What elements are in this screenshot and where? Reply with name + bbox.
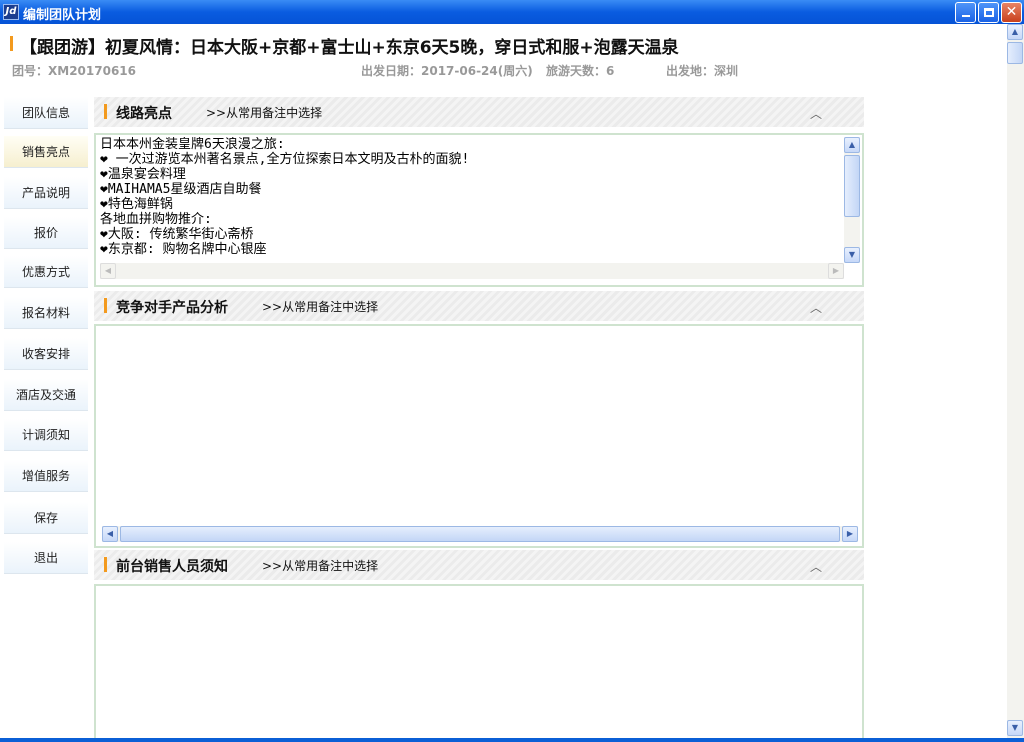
scroll-up-icon[interactable]: ▲ [844, 137, 860, 153]
section-accent-bar [104, 298, 107, 313]
save-button[interactable]: 保存 [4, 502, 88, 534]
sidebar-item-operator-notes[interactable]: 计调须知 [4, 419, 88, 451]
sidebar-item-product-description[interactable]: 产品说明 [4, 177, 88, 209]
sales-staff-notes-editor[interactable] [94, 584, 864, 740]
scroll-thumb[interactable] [1007, 42, 1023, 64]
close-icon: ✕ [1005, 4, 1018, 20]
title-accent-bar [10, 36, 13, 51]
exit-button[interactable]: 退出 [4, 542, 88, 574]
scroll-right-icon[interactable]: ▶ [842, 526, 858, 542]
section-title: 前台销售人员须知 [116, 559, 228, 575]
horizontal-scrollbar[interactable]: ◀ ▶ [100, 263, 844, 279]
vertical-scrollbar[interactable]: ▲ ▼ [844, 137, 860, 263]
restore-button[interactable] [978, 2, 999, 23]
travel-days: 旅游天数：6 [546, 64, 615, 78]
group-number: 团号：XM20170616 [12, 64, 136, 78]
collapse-icon[interactable]: ︿ [810, 299, 822, 316]
section-header-competitor-analysis: 竞争对手产品分析 >>从常用备注中选择 ︿ [94, 291, 864, 321]
app-window: Jd 编制团队计划 ✕ 【跟团游】初夏风情：日本大阪+京都+富士山+东京6天5晚… [0, 0, 1024, 742]
section-title: 竞争对手产品分析 [116, 300, 228, 316]
window-title: 编制团队计划 [23, 8, 102, 23]
restore-icon [983, 8, 994, 17]
pick-from-notes-link[interactable]: >>从常用备注中选择 [262, 557, 378, 574]
departure-date: 出发日期：2017-06-24(周六) [361, 64, 533, 78]
sidebar-item-hotel-transport[interactable]: 酒店及交通 [4, 379, 88, 411]
collapse-icon[interactable]: ︿ [810, 558, 822, 575]
sidebar-item-discounts[interactable]: 优惠方式 [4, 256, 88, 288]
window-vertical-scrollbar[interactable]: ▲ ▼ [1007, 24, 1024, 740]
minimize-button[interactable] [955, 2, 976, 23]
route-highlights-editor[interactable]: 日本本州金装皇牌6天浪漫之旅: ❤ 一次过游览本州著名景点,全方位探索日本文明及… [94, 133, 864, 287]
section-accent-bar [104, 104, 107, 119]
sidebar-item-registration-materials[interactable]: 报名材料 [4, 297, 88, 329]
sidebar-item-customer-arrangement[interactable]: 收客安排 [4, 338, 88, 370]
sidebar-item-team-info[interactable]: 团队信息 [4, 97, 88, 129]
close-button[interactable]: ✕ [1001, 2, 1022, 23]
collapse-icon[interactable]: ︿ [810, 105, 822, 122]
competitor-analysis-editor[interactable]: ◀ ▶ [94, 324, 864, 548]
scroll-right-icon[interactable]: ▶ [828, 263, 844, 279]
app-icon: Jd [3, 4, 19, 20]
pick-from-notes-link[interactable]: >>从常用备注中选择 [206, 104, 322, 121]
scroll-left-icon[interactable]: ◀ [100, 263, 116, 279]
page-title: 【跟团游】初夏风情：日本大阪+京都+富士山+东京6天5晚，穿日式和服+泡露天温泉 [20, 38, 679, 58]
horizontal-scrollbar[interactable]: ◀ ▶ [102, 526, 858, 542]
scroll-down-icon[interactable]: ▼ [1007, 720, 1023, 736]
scroll-thumb[interactable] [120, 526, 840, 542]
title-bar[interactable]: Jd 编制团队计划 ✕ [0, 0, 1024, 24]
window-bottom-edge [0, 738, 1024, 742]
section-accent-bar [104, 557, 107, 572]
section-header-route-highlights: 线路亮点 >>从常用备注中选择 ︿ [94, 97, 864, 127]
minimize-icon [961, 15, 970, 17]
sidebar-item-sales-highlights[interactable]: 销售亮点 [4, 136, 88, 168]
editor-text[interactable]: 日本本州金装皇牌6天浪漫之旅: ❤ 一次过游览本州著名景点,全方位探索日本文明及… [100, 137, 469, 257]
departure-place: 出发地：深圳 [666, 64, 739, 78]
scroll-thumb[interactable] [844, 155, 860, 217]
pick-from-notes-link[interactable]: >>从常用备注中选择 [262, 298, 378, 315]
scroll-up-icon[interactable]: ▲ [1007, 24, 1023, 40]
section-header-sales-staff-notes: 前台销售人员须知 >>从常用备注中选择 ︿ [94, 550, 864, 580]
scroll-down-icon[interactable]: ▼ [844, 247, 860, 263]
sidebar-item-value-added-services[interactable]: 增值服务 [4, 460, 88, 492]
scroll-left-icon[interactable]: ◀ [102, 526, 118, 542]
sidebar-item-quote[interactable]: 报价 [4, 217, 88, 249]
section-title: 线路亮点 [116, 106, 172, 122]
